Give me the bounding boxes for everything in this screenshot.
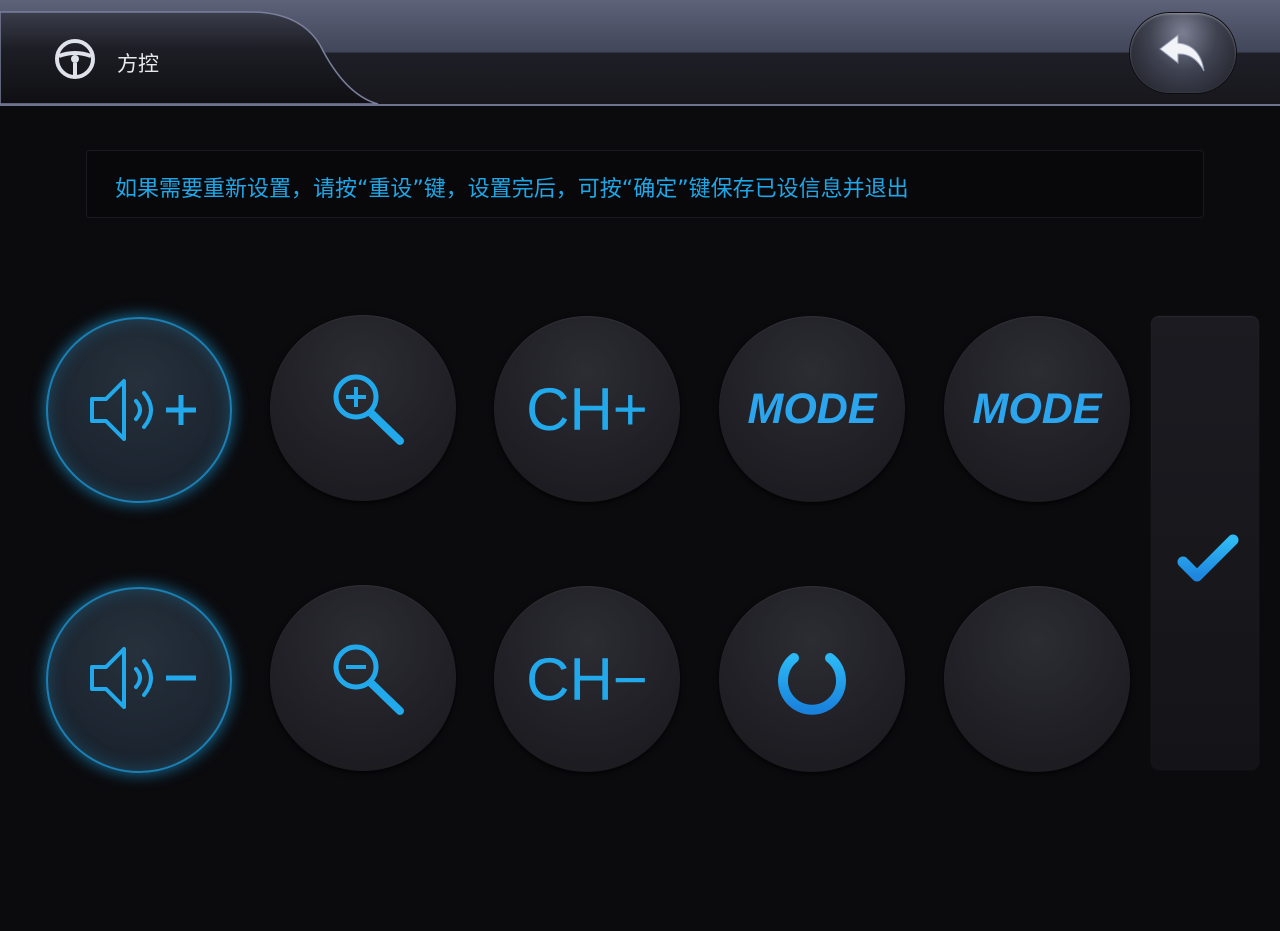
mode-button-2[interactable]: MODE	[944, 316, 1130, 502]
zoom-in-icon	[333, 374, 404, 445]
power-button[interactable]	[719, 586, 905, 772]
zoom-out-button[interactable]	[270, 585, 456, 771]
power-icon	[778, 641, 846, 715]
mode-label-2: MODE	[972, 384, 1102, 433]
volume-up-icon	[90, 379, 196, 441]
empty-button[interactable]	[944, 586, 1130, 772]
mode-label-1: MODE	[747, 384, 877, 433]
checkmark-icon	[1177, 534, 1239, 582]
channel-down-label: CH−	[526, 645, 648, 713]
back-arrow-icon	[1159, 33, 1205, 72]
page-title: 方控	[117, 52, 159, 76]
volume-down-icon	[90, 647, 196, 709]
channel-down-button[interactable]: CH−	[494, 586, 680, 772]
back-button[interactable]	[1130, 13, 1236, 93]
channel-up-button[interactable]: CH+	[494, 316, 680, 502]
instruction-bar: 如果需要重新设置，请按“重设”键，设置完后，可按“确定”键保存已设信息并退出	[86, 150, 1204, 218]
zoom-in-button[interactable]	[270, 315, 456, 501]
empty-label	[944, 586, 1130, 772]
steering-wheel-icon	[55, 39, 95, 79]
instruction-text: 如果需要重新设置，请按“重设”键，设置完后，可按“确定”键保存已设信息并退出	[115, 177, 909, 202]
top-bar: 方控	[0, 0, 1280, 106]
zoom-out-icon	[333, 644, 404, 715]
mode-button-1[interactable]: MODE	[719, 316, 905, 502]
confirm-button[interactable]	[1151, 316, 1259, 770]
volume-down-button[interactable]	[46, 587, 232, 773]
volume-up-button[interactable]	[46, 317, 232, 503]
channel-up-label: CH+	[526, 375, 648, 443]
